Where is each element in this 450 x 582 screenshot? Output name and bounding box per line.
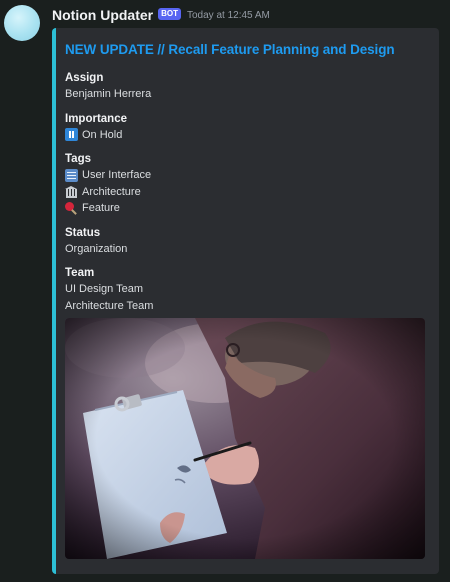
username[interactable]: Notion Updater: [52, 7, 153, 23]
field-tags: Tags User Interface Architecture Feature: [65, 151, 426, 217]
message-header: Notion Updater BOT Today at 12:45 AM: [52, 5, 270, 25]
photo-person-sketching: [65, 318, 425, 559]
pause-button-icon: [65, 128, 78, 142]
tag-item: Architecture: [65, 184, 426, 201]
team-item: UI Design Team: [65, 283, 144, 295]
tag-item: Feature: [65, 200, 426, 217]
field-name-status: Status: [65, 226, 101, 239]
bookmark-tabs-icon: [65, 168, 78, 182]
team-item: Architecture Team: [65, 299, 154, 312]
avatar[interactable]: [4, 5, 40, 41]
field-assign: Assign Benjamin Herrera: [65, 70, 426, 103]
field-name-team: Team: [65, 267, 95, 279]
tag-label-user-interface: User Interface: [82, 169, 152, 181]
tag-label-feature: Feature: [82, 202, 120, 214]
field-value-importance: On Hold: [65, 127, 426, 144]
tag-item: User Interface: [65, 167, 426, 184]
field-status: Status Organization: [65, 225, 426, 258]
field-value-status: Organization: [65, 242, 128, 255]
field-importance: Importance On Hold: [65, 111, 426, 144]
magnifying-glass-icon: [65, 201, 78, 215]
embed-title[interactable]: NEW UPDATE // Recall Feature Planning an…: [65, 42, 426, 57]
field-team: Team UI Design Team Architecture Team: [65, 265, 426, 314]
importance-label: On Hold: [82, 128, 123, 141]
timestamp[interactable]: Today at 12:45 AM: [187, 10, 270, 21]
chat-message: Notion Updater BOT Today at 12:45 AM NEW…: [0, 0, 450, 582]
tag-label-architecture: Architecture: [82, 185, 141, 198]
classical-building-icon: [65, 185, 78, 199]
embed-image[interactable]: [65, 318, 425, 559]
field-name-assign: Assign: [65, 72, 104, 84]
field-name-tags: Tags: [65, 153, 91, 165]
bot-badge: BOT: [158, 8, 181, 20]
field-name-importance: Importance: [65, 112, 127, 125]
embed-card: NEW UPDATE // Recall Feature Planning an…: [52, 28, 439, 574]
field-value-assign: Benjamin Herrera: [65, 88, 152, 100]
